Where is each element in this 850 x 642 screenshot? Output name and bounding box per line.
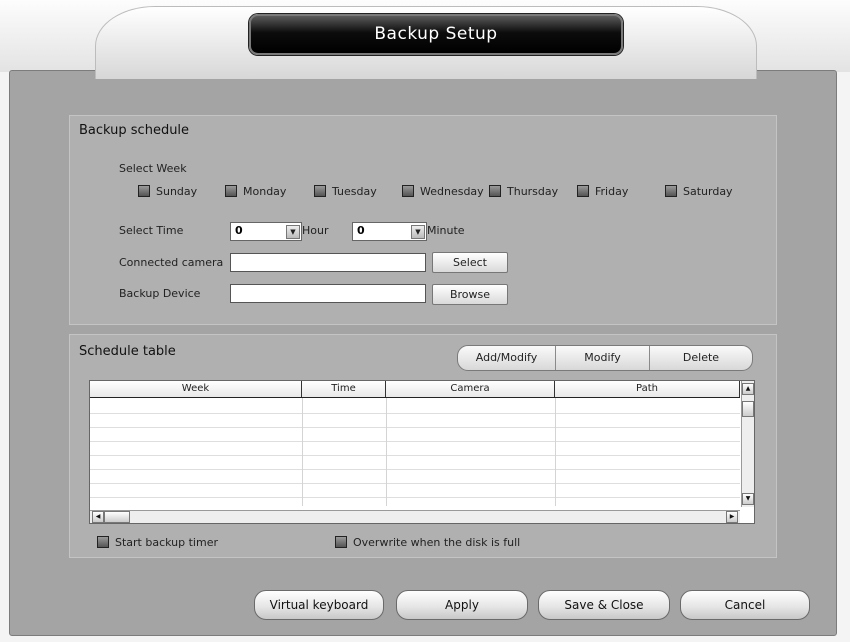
overwrite-label: Overwrite when the disk is full [353,536,521,549]
backup-device-field[interactable] [230,284,426,303]
tuesday-checkbox[interactable] [314,185,326,197]
save-close-button[interactable]: Save & Close [538,590,670,620]
select-camera-button[interactable]: Select [432,252,508,273]
thursday-label: Thursday [507,185,559,198]
virtual-keyboard-button[interactable]: Virtual keyboard [254,590,384,620]
grid-line [90,469,740,470]
hour-select[interactable]: 0 ▼ [230,222,302,241]
delete-button[interactable]: Delete [650,346,752,370]
grid-line [302,398,303,506]
friday-label: Friday [595,185,629,198]
backup-device-label: Backup Device [119,287,201,300]
schedule-table[interactable]: Week Time Camera Path ▲ ▼ ◀ ▶ [89,380,755,524]
scroll-thumb-horizontal[interactable] [104,511,130,523]
minute-value: 0 [357,224,365,237]
sunday-label: Sunday [156,185,198,198]
hour-label: Hour [302,224,329,237]
schedule-table-title: Schedule table [79,344,176,359]
monday-label: Monday [243,185,287,198]
connected-camera-field[interactable] [230,253,426,272]
scroll-thumb[interactable] [742,401,754,417]
tuesday-label: Tuesday [332,185,377,198]
column-time[interactable]: Time [302,381,386,397]
select-week-label: Select Week [119,162,187,175]
wednesday-checkbox[interactable] [402,185,414,197]
saturday-checkbox[interactable] [665,185,677,197]
grid-line [90,483,740,484]
minute-select[interactable]: 0 ▼ [352,222,427,241]
scroll-up-icon[interactable]: ▲ [742,383,754,395]
grid-line [90,441,740,442]
scroll-right-icon[interactable]: ▶ [726,511,738,523]
grid-line [90,427,740,428]
grid-line [386,398,387,506]
grid-line [90,497,740,498]
grid-line [90,413,740,414]
saturday-label: Saturday [683,185,733,198]
chevron-down-icon[interactable]: ▼ [411,225,425,239]
select-time-label: Select Time [119,224,184,237]
add-modify-button[interactable]: Add/Modify [458,346,555,370]
window-title: Backup Setup [249,14,623,55]
column-week[interactable]: Week [90,381,302,397]
hour-value: 0 [235,224,243,237]
vertical-scrollbar[interactable]: ▲ ▼ [741,381,754,507]
horizontal-scrollbar[interactable]: ◀ ▶ [90,510,740,523]
thursday-checkbox[interactable] [489,185,501,197]
overwrite-checkbox[interactable] [335,536,347,548]
minute-label: Minute [427,224,465,237]
column-path[interactable]: Path [555,381,740,397]
table-actions-group: Add/Modify Modify Delete [457,345,753,371]
browse-button[interactable]: Browse [432,284,508,305]
monday-checkbox[interactable] [225,185,237,197]
start-backup-timer-label: Start backup timer [115,536,218,549]
modify-button[interactable]: Modify [556,346,649,370]
scroll-left-icon[interactable]: ◀ [92,511,104,523]
column-camera[interactable]: Camera [386,381,555,397]
start-backup-timer-checkbox[interactable] [97,536,109,548]
friday-checkbox[interactable] [577,185,589,197]
sunday-checkbox[interactable] [138,185,150,197]
backup-schedule-title: Backup schedule [79,123,190,138]
apply-button[interactable]: Apply [396,590,528,620]
grid-line [555,398,556,506]
grid-line [90,455,740,456]
scroll-down-icon[interactable]: ▼ [742,493,754,505]
cancel-button[interactable]: Cancel [680,590,810,620]
table-header: Week Time Camera Path [90,381,740,398]
wednesday-label: Wednesday [420,185,484,198]
connected-camera-label: Connected camera [119,256,224,269]
chevron-down-icon[interactable]: ▼ [286,225,300,239]
